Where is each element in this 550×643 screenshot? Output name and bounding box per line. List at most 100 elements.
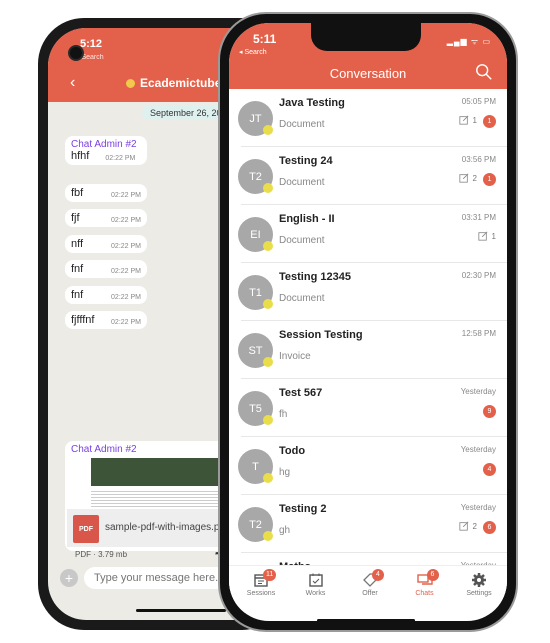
conversation-preview: hg — [279, 467, 291, 478]
message-text: nff — [71, 237, 84, 250]
message-time: 02:22 PM — [111, 242, 141, 250]
tab-label: Chats — [415, 590, 434, 597]
message-time: 02:22 PM — [111, 293, 141, 301]
date-pill: September 26, 20 — [142, 106, 230, 120]
front-phone: 5:11 ◂ Search ▂▄▆ ᯤ ▭ Conversation JT Ja… — [218, 12, 518, 632]
pdf-file-icon: PDF — [73, 515, 99, 543]
conversation-name: Todo — [279, 445, 306, 457]
back-chevron-icon[interactable]: ‹ — [70, 74, 75, 92]
home-indicator — [317, 619, 415, 621]
message-time: 02:22 PM — [111, 268, 141, 275]
conversation-name: Java Testing — [279, 97, 345, 109]
conversation-preview: Document — [279, 119, 325, 130]
unread-badge: 9 — [483, 405, 496, 418]
message-time: 02:22 PM — [111, 191, 141, 199]
tab-label: Sessions — [246, 590, 276, 597]
conversation-row[interactable]: EI English - II Document 03:31 PM 1 — [229, 205, 507, 263]
message-text: fbf — [71, 186, 84, 199]
conversation-screen: 5:11 ◂ Search ▂▄▆ ᯤ ▭ Conversation JT Ja… — [229, 23, 507, 621]
status-back-link[interactable]: ◂ Search — [239, 48, 267, 56]
note-icon — [458, 115, 469, 125]
tab-badge: 4 — [372, 569, 384, 581]
conversation-time: 03:56 PM — [461, 155, 496, 164]
tab-settings[interactable]: Settings — [451, 568, 507, 597]
gear-icon — [471, 572, 487, 588]
online-status-icon — [263, 473, 273, 483]
status-time: 5:11 — [253, 32, 277, 46]
tab-works[interactable]: Works — [288, 568, 344, 597]
search-icon[interactable] — [475, 63, 493, 81]
status-icons: ▂▄▆ ᯤ ▭ — [446, 37, 491, 46]
tab-offer[interactable]: 4 Offer — [342, 568, 398, 597]
tab-sessions[interactable]: 11 Sessions — [233, 568, 289, 597]
message-text: fjf — [71, 212, 80, 224]
pdf-file-name: sample-pdf-with-images.pdf — [105, 522, 228, 533]
conversation-preview: Document — [279, 235, 325, 246]
online-status-icon — [263, 415, 273, 425]
conversation-row[interactable]: ST Session Testing Invoice 12:58 PM — [229, 321, 507, 379]
message-time: 02:22 PM — [105, 155, 136, 162]
message-bubble[interactable]: fnf 02:22 PM — [65, 260, 147, 278]
notes-count: 2 — [458, 173, 477, 183]
unread-badge: 1 — [483, 115, 496, 128]
tag-icon: 4 — [362, 569, 384, 588]
conversation-preview: Document — [279, 293, 325, 304]
message-bubble[interactable]: Chat Admin #2 hfhf 02:22 PM — [65, 136, 147, 165]
notes-count: 1 — [458, 115, 477, 125]
note-icon — [477, 231, 488, 241]
message-text: fnf — [71, 288, 84, 301]
conversation-name: Testing 12345 — [279, 271, 351, 283]
add-attachment-button[interactable]: + — [60, 569, 78, 587]
message-bubble[interactable]: fjf 02:22 PM — [65, 209, 147, 227]
conversation-time: 02:30 PM — [461, 271, 496, 280]
message-text: fnf — [71, 263, 84, 275]
sender-name: Chat Admin #2 — [71, 444, 137, 455]
tab-label: Works — [305, 590, 326, 597]
online-status-icon — [263, 125, 273, 135]
chat-title: Ecademictube T — [140, 76, 233, 90]
camera-icon — [68, 45, 84, 61]
conversation-row[interactable]: T1 Testing 12345 Document 02:30 PM — [229, 263, 507, 321]
message-text: hfhf — [71, 150, 90, 162]
conversation-time: Yesterday — [460, 387, 496, 396]
conversation-name: Testing 24 — [279, 155, 333, 167]
conversation-row[interactable]: T2 Testing 2 gh Yesterday 2 6 — [229, 495, 507, 553]
status-time: 5:12 — [80, 38, 103, 50]
conversation-time: 05:05 PM — [461, 97, 496, 106]
pdf-meta: PDF · 3.79 mb — [75, 550, 128, 559]
message-time: 02:22 PM — [111, 319, 141, 326]
chat-icon: 6 — [416, 569, 439, 588]
note-icon — [458, 173, 469, 183]
conversation-preview: gh — [279, 525, 291, 536]
conversation-preview: Invoice — [279, 351, 311, 362]
calendar-check-icon — [308, 572, 324, 588]
home-indicator — [136, 609, 226, 612]
message-bubble[interactable]: fnf 02:22 PM — [65, 285, 147, 304]
conversation-row[interactable]: T5 Test 567 fh Yesterday 9 — [229, 379, 507, 437]
calendar-list-icon: 11 — [253, 569, 277, 588]
conversation-row[interactable]: T Todo hg Yesterday 4 — [229, 437, 507, 495]
online-status-icon — [263, 531, 273, 541]
online-status-icon — [263, 241, 273, 251]
unread-badge: 4 — [483, 463, 496, 476]
online-status-icon — [263, 357, 273, 367]
conversation-time: Yesterday — [460, 445, 496, 454]
message-bubble[interactable]: nff 02:22 PM — [65, 234, 147, 253]
notch — [311, 23, 421, 51]
conversation-row[interactable]: JT Java Testing Document 05:05 PM 1 1 — [229, 89, 507, 147]
message-bubble[interactable]: fjfffnf 02:22 PM — [65, 311, 147, 329]
online-status-icon — [263, 299, 273, 309]
tab-label: Settings — [466, 590, 492, 597]
conversation-name: Session Testing — [279, 329, 363, 341]
notes-count: 2 — [458, 521, 477, 531]
conversation-time: 12:58 PM — [461, 329, 496, 338]
conversation-name: Testing 2 — [279, 503, 327, 515]
tab-bar: 11 Sessions Works 4 Offer 6 Chats Settings — [229, 565, 507, 613]
conversation-preview: fh — [279, 409, 288, 420]
conversation-row[interactable]: T2 Testing 24 Document 03:56 PM 2 1 — [229, 147, 507, 205]
tab-chats[interactable]: 6 Chats — [397, 568, 453, 597]
unread-badge: 1 — [483, 173, 496, 186]
message-bubble[interactable]: fbf 02:22 PM — [65, 183, 147, 202]
conversation-preview: Document — [279, 177, 325, 188]
tab-badge: 11 — [263, 569, 277, 581]
